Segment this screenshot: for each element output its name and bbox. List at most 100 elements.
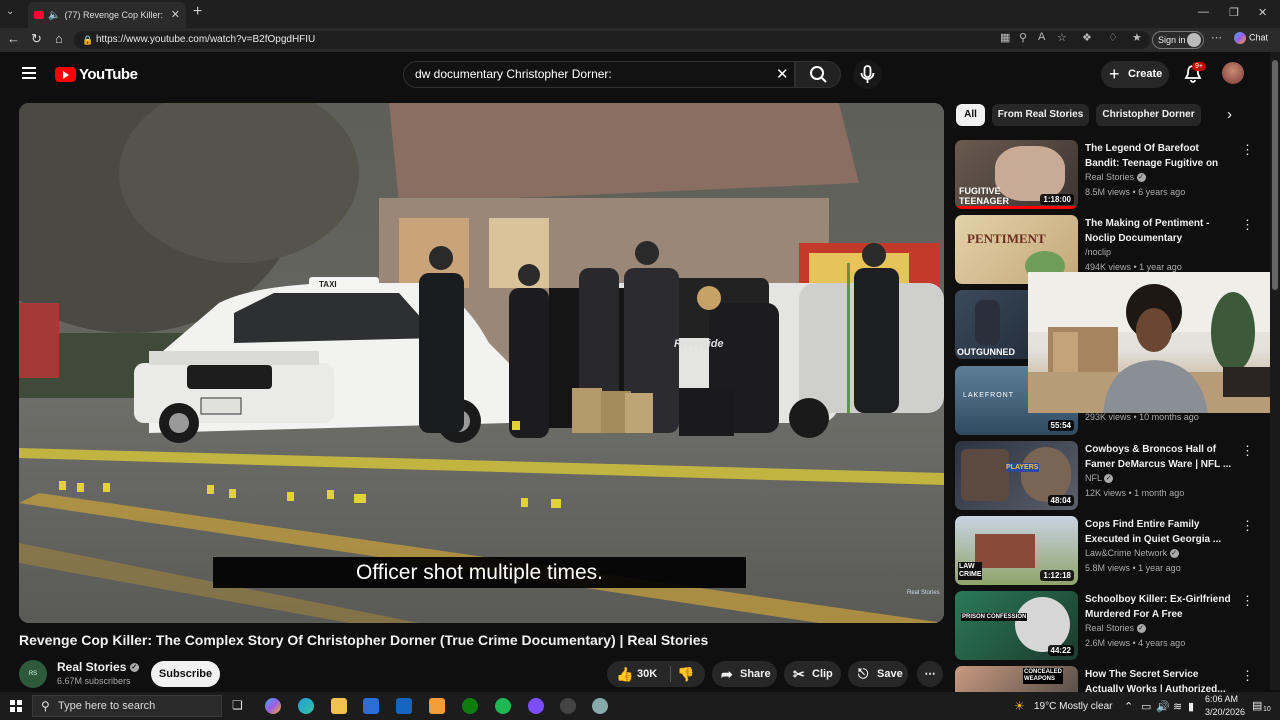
taskbar-search-input[interactable]: ⚲ Type here to search <box>32 695 222 717</box>
read-aloud-icon[interactable]: A <box>1038 31 1045 43</box>
task-view-icon[interactable]: ❏ <box>232 698 248 714</box>
menu-icon[interactable] <box>22 67 36 79</box>
refresh-icon[interactable]: ↻ <box>31 31 42 47</box>
clear-search-icon[interactable]: ✕ <box>776 65 789 83</box>
dislike-icon[interactable]: 👎 <box>677 661 694 687</box>
chip-all[interactable]: All <box>956 104 985 126</box>
recommendation-channel[interactable]: Real Stories ✓ <box>1085 172 1146 183</box>
edge-browser-icon[interactable] <box>298 698 314 714</box>
more-vertical-icon[interactable]: ⋮ <box>1241 217 1254 233</box>
close-window-icon[interactable]: ✕ <box>1258 6 1267 19</box>
search-button[interactable] <box>795 61 841 88</box>
discord-icon[interactable] <box>528 698 544 714</box>
recommendation-title[interactable]: How The Secret Service Actually Works | … <box>1085 667 1235 692</box>
close-tab-icon[interactable]: ✕ <box>171 8 180 21</box>
more-vertical-icon[interactable]: ⋮ <box>1241 518 1254 534</box>
zoom-icon[interactable]: ⚲ <box>1019 31 1027 44</box>
extensions-icon[interactable]: ❖ <box>1082 31 1092 44</box>
recommendation-item[interactable]: PLAYERS 48:04 Cowboys & Broncos Hall of … <box>955 441 1260 511</box>
like-dislike-group: 👍 30K 👎 <box>607 661 705 687</box>
more-vertical-icon[interactable]: ⋮ <box>1241 668 1254 684</box>
clock-time[interactable]: 6:06 AM <box>1205 694 1238 704</box>
recommendation-item[interactable]: PRISON CONFESSION 44:22 Schoolboy Killer… <box>955 591 1260 661</box>
recommendation-channel[interactable]: Real Stories ✓ <box>1085 623 1146 634</box>
tray-volume-icon[interactable]: 🔊 <box>1156 700 1170 713</box>
tray-network-icon[interactable]: ▭ <box>1141 700 1151 713</box>
video-thumbnail[interactable]: PLAYERS 48:04 <box>955 441 1078 510</box>
weather-text[interactable]: 19°C Mostly clear <box>1034 701 1112 712</box>
recommendation-title[interactable]: The Legend Of Barefoot Bandit: Teenage F… <box>1085 141 1235 171</box>
tray-wifi-icon[interactable]: ≋ <box>1173 700 1182 713</box>
sign-in-button[interactable]: Sign in <box>1152 31 1204 49</box>
weather-icon[interactable]: ☀ <box>1014 699 1025 713</box>
youtube-logo[interactable]: YouTube <box>55 66 138 83</box>
notification-center-icon[interactable]: ▤ <box>1252 699 1262 712</box>
recommendation-channel[interactable]: Law&Crime Network ✓ <box>1085 548 1179 559</box>
favorites-icon[interactable]: ★ <box>1132 31 1142 44</box>
tray-chevron-icon[interactable]: ⌃ <box>1124 700 1133 713</box>
like-icon[interactable]: 👍 <box>616 661 633 687</box>
clock-date[interactable]: 3/20/2026 <box>1205 707 1245 717</box>
maximize-icon[interactable]: ❐ <box>1229 6 1239 19</box>
video-player[interactable]: TAXI Riverside Real Stories Officer shot… <box>19 103 944 623</box>
more-vertical-icon[interactable]: ⋮ <box>1241 593 1254 609</box>
subscribe-button[interactable]: Subscribe <box>151 661 220 687</box>
recommendation-item[interactable]: CONCEALED WEAPONS How The Secret Service… <box>955 666 1260 692</box>
outlook-icon[interactable] <box>396 698 412 714</box>
recommendation-channel[interactable]: NFL ✓ <box>1085 473 1114 484</box>
app-icon[interactable] <box>592 698 608 714</box>
speaker-icon[interactable]: 🔈 <box>48 10 60 21</box>
chip-christopher-dorner[interactable]: Christopher Dorner <box>1096 104 1201 126</box>
recommendation-item[interactable]: LAW CRIME 1:12:18 Cops Find Entire Famil… <box>955 516 1260 586</box>
chevron-right-icon[interactable]: › <box>1227 106 1232 123</box>
windows-start-icon[interactable] <box>10 700 22 712</box>
create-button[interactable]: + Create <box>1101 61 1169 88</box>
account-avatar[interactable] <box>1222 62 1244 84</box>
recommendation-item[interactable]: FUGITIVE TEENAGER 1:18:00 The Legend Of … <box>955 140 1260 210</box>
chip-from-real-stories[interactable]: From Real Stories <box>992 104 1089 126</box>
channel-name[interactable]: Real Stories ✓ <box>57 660 139 674</box>
more-vertical-icon[interactable]: ⋮ <box>1241 142 1254 158</box>
xbox-icon[interactable] <box>462 698 478 714</box>
copilot-chat-button[interactable]: Chat <box>1234 32 1268 44</box>
steam-icon[interactable] <box>560 698 576 714</box>
home-icon[interactable]: ⌂ <box>55 31 63 46</box>
search-input[interactable]: dw documentary Christopher Dorner: <box>403 61 795 88</box>
share-button[interactable]: ➦ Share <box>712 661 777 687</box>
notes-app-icon[interactable] <box>429 698 445 714</box>
save-button[interactable]: ⎋ Save <box>848 661 908 687</box>
more-actions-button[interactable]: ⋯ <box>917 661 943 687</box>
voice-search-button[interactable] <box>853 60 882 89</box>
minimize-icon[interactable]: — <box>1198 6 1209 18</box>
new-tab-button[interactable]: + <box>193 3 202 21</box>
like-count[interactable]: 30K <box>637 661 657 687</box>
video-thumbnail[interactable]: PRISON CONFESSION 44:22 <box>955 591 1078 660</box>
favorite-star-icon[interactable]: ☆ <box>1057 31 1067 44</box>
clip-button[interactable]: ✂ Clip <box>784 661 841 687</box>
app-available-icon[interactable]: ▦ <box>1000 31 1010 44</box>
video-thumbnail[interactable]: FUGITIVE TEENAGER 1:18:00 <box>955 140 1078 209</box>
recommendation-title[interactable]: Schoolboy Killer: Ex-Girlfriend Murdered… <box>1085 592 1235 622</box>
video-thumbnail[interactable]: CONCEALED WEAPONS <box>955 666 1078 692</box>
url-field[interactable]: 🔒 https://www.youtube.com/watch?v=B2fOpg… <box>74 31 1150 49</box>
file-explorer-icon[interactable] <box>331 698 347 714</box>
recommendation-title[interactable]: Cops Find Entire Family Executed in Quie… <box>1085 517 1235 547</box>
recommendation-channel[interactable]: /noclip <box>1085 247 1111 257</box>
save-label: Save <box>877 668 903 680</box>
spotify-icon[interactable] <box>495 698 511 714</box>
search-icon: ⚲ <box>41 699 50 713</box>
microsoft-store-icon[interactable] <box>363 698 379 714</box>
browser-essentials-icon[interactable]: ♢ <box>1108 31 1118 44</box>
recommendation-title[interactable]: Cowboys & Broncos Hall of Famer DeMarcus… <box>1085 442 1235 472</box>
channel-avatar[interactable]: RS <box>19 660 47 688</box>
back-icon[interactable]: ← <box>7 31 20 46</box>
tab-actions-icon[interactable]: ⌄ <box>6 6 14 17</box>
scrollbar-thumb[interactable] <box>1272 60 1278 290</box>
recommendation-title[interactable]: The Making of Pentiment - Noclip Documen… <box>1085 216 1235 246</box>
tray-battery-icon[interactable]: ▮ <box>1188 700 1194 713</box>
more-vertical-icon[interactable]: ⋮ <box>1241 443 1254 459</box>
copilot-taskbar-icon[interactable] <box>265 698 281 714</box>
video-thumbnail[interactable]: LAW CRIME 1:12:18 <box>955 516 1078 585</box>
more-options-icon[interactable]: ⋯ <box>1211 31 1222 44</box>
browser-tab[interactable]: 🔈 (77) Revenge Cop Killer: The C ✕ <box>28 2 186 28</box>
